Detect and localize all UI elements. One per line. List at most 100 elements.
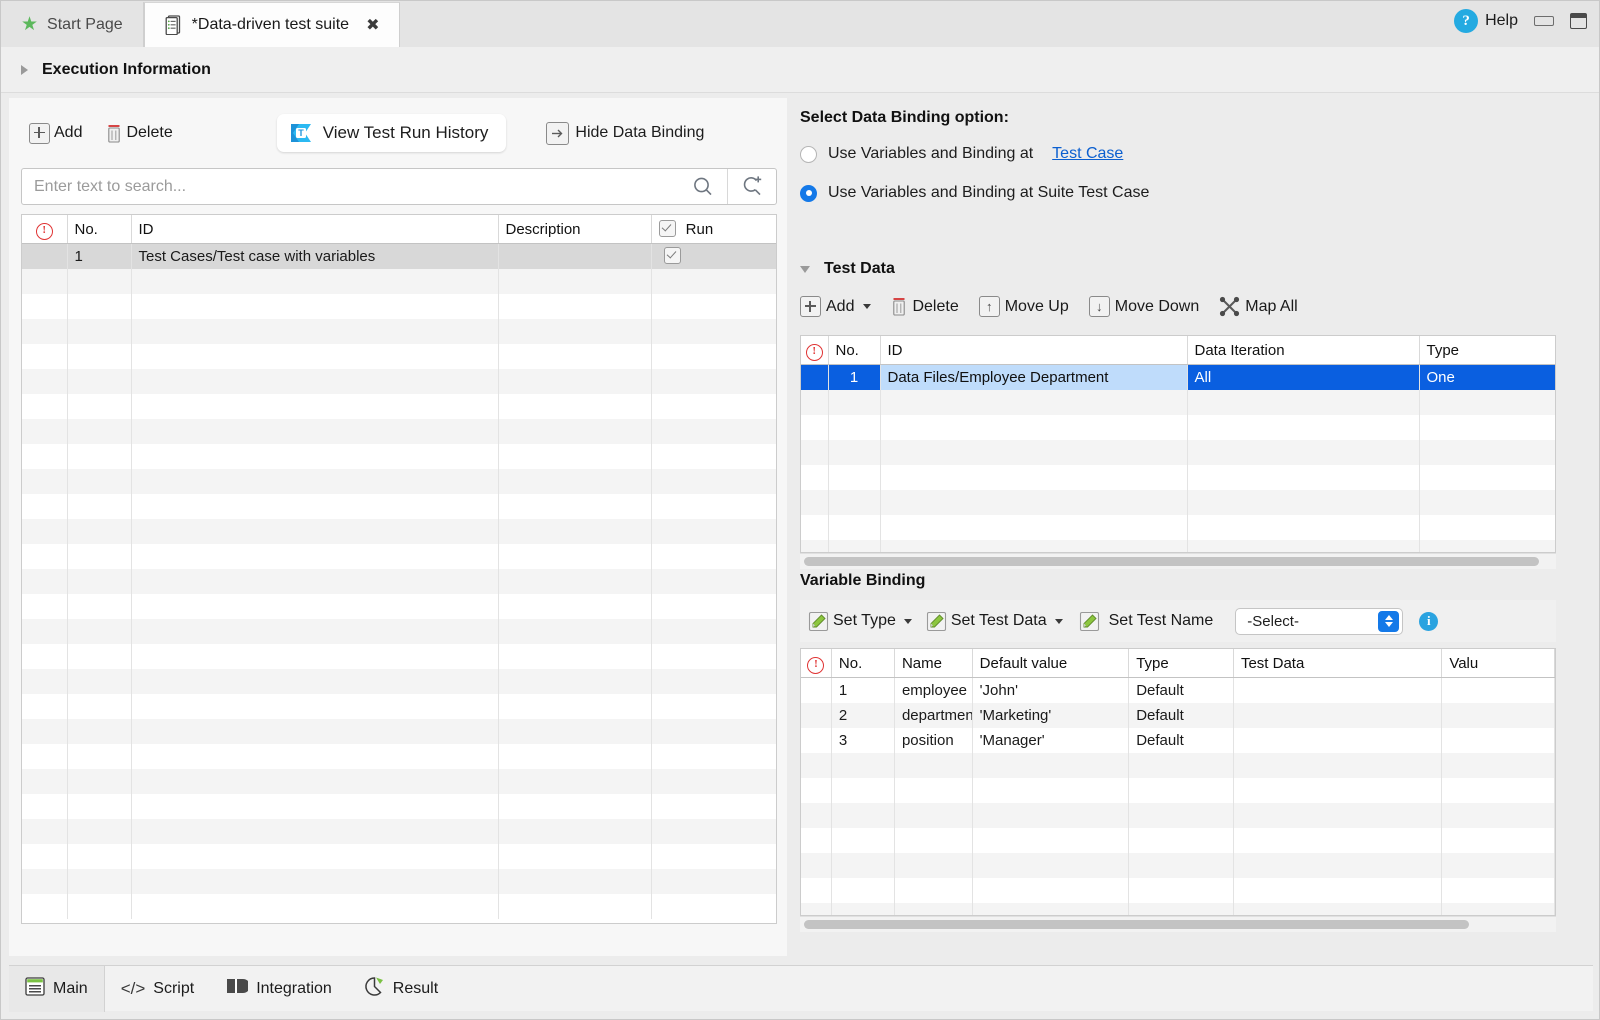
- table-row-empty[interactable]: [22, 593, 776, 619]
- row-value-cell[interactable]: [1441, 702, 1555, 728]
- table-row-empty[interactable]: [22, 318, 776, 344]
- view-test-run-history-button[interactable]: T View Test Run History: [276, 114, 507, 152]
- test-name-select[interactable]: -Select-: [1235, 607, 1404, 635]
- variable-binding-table[interactable]: ! No. Name Default value Type Test Data …: [800, 648, 1556, 916]
- maximize-icon[interactable]: [1570, 13, 1587, 29]
- value-column-header[interactable]: Valu: [1441, 649, 1555, 678]
- row-default-value-cell[interactable]: 'John': [972, 677, 1130, 703]
- table-row-empty[interactable]: [22, 618, 776, 644]
- table-row-empty[interactable]: [801, 777, 1555, 803]
- set-type-button[interactable]: Set Type: [808, 611, 912, 632]
- table-row-empty[interactable]: [801, 539, 1555, 552]
- table-row-empty[interactable]: [22, 693, 776, 719]
- table-row-empty[interactable]: [22, 743, 776, 769]
- table-row-empty[interactable]: [22, 568, 776, 594]
- name-column-header[interactable]: Name: [894, 649, 973, 678]
- delete-button[interactable]: Delete: [106, 124, 173, 143]
- default-value-column-header[interactable]: Default value: [972, 649, 1130, 678]
- test-data-horizontal-scrollbar[interactable]: [800, 553, 1556, 569]
- table-row-empty[interactable]: [22, 718, 776, 744]
- test-data-move-up-button[interactable]: ↑ Move Up: [978, 296, 1069, 317]
- advanced-search-icon[interactable]: [727, 169, 776, 204]
- add-button[interactable]: Add: [29, 122, 82, 144]
- table-row-empty[interactable]: [22, 368, 776, 394]
- run-header-checkbox[interactable]: [658, 220, 676, 237]
- no-column-header[interactable]: No.: [67, 215, 132, 244]
- table-row-empty[interactable]: [22, 643, 776, 669]
- tab-script[interactable]: </> Script: [105, 966, 211, 1012]
- table-row-empty[interactable]: [22, 268, 776, 294]
- radio-button-test-case[interactable]: [800, 145, 817, 163]
- table-row[interactable]: 2 department 'Marketing' Default: [801, 702, 1555, 728]
- row-run-cell[interactable]: [651, 243, 776, 269]
- no-column-header[interactable]: No.: [831, 649, 895, 678]
- tab-integration[interactable]: Integration: [210, 966, 348, 1012]
- variable-binding-horizontal-scrollbar[interactable]: [800, 916, 1556, 932]
- chevron-right-icon[interactable]: [21, 64, 28, 75]
- tab-data-driven-test-suite[interactable]: *Data-driven test suite ✖: [143, 2, 401, 48]
- id-column-header[interactable]: ID: [880, 336, 1188, 365]
- row-iteration-cell[interactable]: All: [1187, 364, 1420, 390]
- tab-result[interactable]: Result: [348, 966, 454, 1012]
- tab-start-page[interactable]: ★ Start Page: [1, 2, 144, 47]
- id-column-header[interactable]: ID: [131, 215, 499, 244]
- table-row-empty[interactable]: [801, 414, 1555, 440]
- test-data-add-button[interactable]: Add: [800, 296, 872, 317]
- table-row-empty[interactable]: [801, 514, 1555, 540]
- table-row[interactable]: 3 position 'Manager' Default: [801, 727, 1555, 753]
- table-row-empty[interactable]: [22, 893, 776, 919]
- row-value-cell[interactable]: [1441, 677, 1555, 703]
- table-row-empty[interactable]: [22, 668, 776, 694]
- row-run-checkbox[interactable]: [663, 247, 681, 265]
- table-row-empty[interactable]: [801, 389, 1555, 415]
- row-test-data-cell[interactable]: [1233, 727, 1443, 753]
- row-default-value-cell[interactable]: 'Marketing': [972, 702, 1130, 728]
- chevron-down-icon[interactable]: [1054, 618, 1063, 624]
- run-column-header[interactable]: Run: [651, 215, 776, 244]
- minimize-icon[interactable]: [1534, 16, 1554, 26]
- table-row-empty[interactable]: [22, 818, 776, 844]
- table-row-empty[interactable]: [801, 752, 1555, 778]
- row-value-cell[interactable]: [1441, 727, 1555, 753]
- search-input[interactable]: [22, 169, 679, 204]
- row-type-cell[interactable]: Default: [1128, 727, 1234, 753]
- chevron-down-icon[interactable]: [800, 265, 810, 273]
- table-row-empty[interactable]: [801, 489, 1555, 515]
- row-test-data-cell[interactable]: [1233, 702, 1443, 728]
- row-id-cell[interactable]: Test Cases/Test case with variables: [131, 243, 499, 269]
- table-row[interactable]: 1 employee 'John' Default: [801, 677, 1555, 703]
- close-icon[interactable]: ✖: [366, 15, 379, 35]
- map-all-button[interactable]: Map All: [1219, 296, 1298, 317]
- table-row[interactable]: 1 Data Files/Employee Department All One: [801, 364, 1555, 390]
- test-data-section-header[interactable]: Test Data: [800, 260, 895, 278]
- table-row-empty[interactable]: [22, 518, 776, 544]
- table-row-empty[interactable]: [22, 293, 776, 319]
- table-row-empty[interactable]: [801, 902, 1555, 915]
- tab-main[interactable]: Main: [9, 965, 105, 1012]
- table-row-empty[interactable]: [801, 852, 1555, 878]
- table-row-empty[interactable]: [801, 877, 1555, 903]
- no-column-header[interactable]: No.: [828, 336, 881, 365]
- table-row-empty[interactable]: [22, 443, 776, 469]
- table-row[interactable]: 1 Test Cases/Test case with variables: [22, 243, 776, 269]
- type-column-header[interactable]: Type: [1419, 336, 1555, 365]
- stepper-icon[interactable]: [1378, 610, 1400, 632]
- table-row-empty[interactable]: [801, 802, 1555, 828]
- table-row-empty[interactable]: [22, 843, 776, 869]
- row-name-cell[interactable]: employee: [894, 677, 973, 703]
- radio-use-variables-suite-test-case[interactable]: Use Variables and Binding at Suite Test …: [800, 184, 1149, 202]
- table-row-empty[interactable]: [22, 393, 776, 419]
- set-test-name-button[interactable]: Set Test Name: [1079, 611, 1213, 632]
- test-case-table[interactable]: ! No. ID Description Run 1 Test Cases/Tes…: [21, 214, 777, 924]
- test-data-column-header[interactable]: Test Data: [1233, 649, 1443, 678]
- table-row-empty[interactable]: [22, 793, 776, 819]
- execution-information-bar[interactable]: Execution Information: [1, 47, 1599, 93]
- row-id-cell[interactable]: Data Files/Employee Department: [880, 364, 1188, 390]
- row-type-cell[interactable]: One: [1419, 364, 1555, 390]
- chevron-down-icon[interactable]: [903, 618, 912, 624]
- table-row-empty[interactable]: [22, 868, 776, 894]
- description-column-header[interactable]: Description: [498, 215, 652, 244]
- row-name-cell[interactable]: department: [894, 702, 973, 728]
- chevron-down-icon[interactable]: [863, 304, 872, 309]
- table-row-empty[interactable]: [22, 343, 776, 369]
